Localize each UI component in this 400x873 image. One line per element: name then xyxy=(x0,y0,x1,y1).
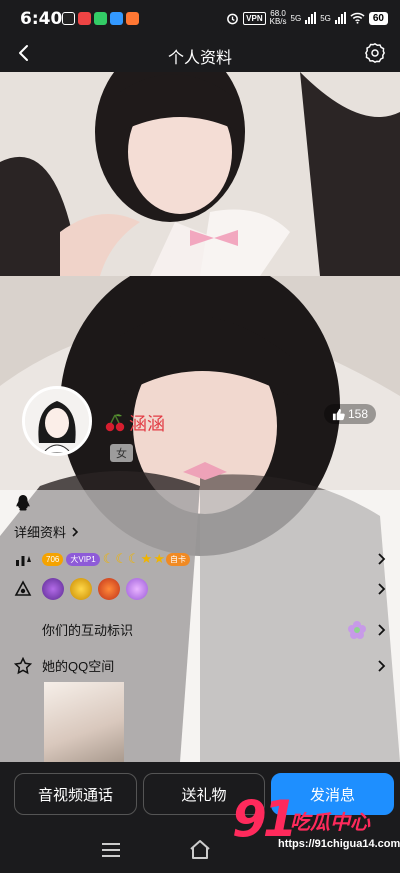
level-chart-icon xyxy=(16,556,31,566)
interaction-row[interactable]: 你们的互动标识 xyxy=(14,620,386,639)
app-green-icon xyxy=(94,12,107,25)
cover-photo-1-art xyxy=(0,72,400,276)
nickname-row: 涵涵 xyxy=(104,410,165,436)
home-icon[interactable] xyxy=(188,838,212,860)
extra-badge: 自卡 xyxy=(165,552,190,566)
cherry-icon xyxy=(105,414,125,432)
like-button[interactable]: 158 xyxy=(323,404,376,424)
net2-label: 5G xyxy=(320,13,331,23)
status-bar: 6:40 VPN 68.0 KB/s 5G 5G 60 xyxy=(0,0,400,34)
watermark-brand: 吃瓜中心 xyxy=(290,812,370,834)
cover-photo-1[interactable] xyxy=(0,72,400,276)
gender-badge: 女 xyxy=(110,444,133,462)
moon-icon: ☾ xyxy=(102,551,115,566)
status-right: VPN 68.0 KB/s 5G 5G 60 xyxy=(226,10,388,26)
app-blue-icon xyxy=(110,12,123,25)
tiktok-icon xyxy=(62,12,75,25)
qzone-label: 她的QQ空间 xyxy=(42,659,115,674)
thumbs-up-icon xyxy=(332,408,345,420)
detail-label: 详细资料 xyxy=(14,525,67,540)
star-icon: ★ xyxy=(153,551,165,566)
moon-icon: ☾ xyxy=(128,551,140,566)
detail-chevron-icon xyxy=(72,526,79,537)
status-time: 6:40 xyxy=(20,9,63,29)
nav-bar: 个人资料 xyxy=(0,34,400,72)
watermark-logo: 91 吃瓜中心 https://91chigua14.com xyxy=(232,790,400,870)
medals-row[interactable] xyxy=(14,578,386,600)
app-red-icon xyxy=(78,12,91,25)
qzone-row[interactable]: 她的QQ空间 xyxy=(14,656,386,675)
qq-row xyxy=(14,494,386,512)
signal2-icon xyxy=(334,12,346,24)
vip-badge: 大VIP1 xyxy=(66,552,100,566)
avatar[interactable] xyxy=(22,386,92,456)
app-orange-icon xyxy=(126,12,139,25)
net-speed-unit: KB/s xyxy=(269,17,287,26)
star-icon: ★ xyxy=(140,551,153,566)
medal-icon xyxy=(98,578,120,600)
medal-icon xyxy=(70,578,92,600)
menu-icon[interactable] xyxy=(100,841,122,859)
page-title: 个人资料 xyxy=(167,50,232,67)
signal1-icon xyxy=(305,12,317,24)
interaction-chevron-icon xyxy=(378,623,386,636)
nickname: 涵涵 xyxy=(129,414,165,434)
medal-icon xyxy=(126,578,148,600)
flower-icon xyxy=(348,620,366,639)
net1-label: 5G xyxy=(290,13,302,23)
video-call-button[interactable]: 音视频通话 xyxy=(14,773,137,815)
notification-icons xyxy=(62,12,139,25)
alarm-icon xyxy=(227,13,239,24)
vpn-badge: VPN xyxy=(243,11,266,25)
interaction-label: 你们的互动标识 xyxy=(42,623,134,638)
medal-triangle-icon xyxy=(14,580,32,596)
moon-icon: ☾ xyxy=(115,551,128,566)
qzone-chevron-icon xyxy=(378,659,386,672)
settings-icon[interactable] xyxy=(364,42,386,64)
penguin-icon xyxy=(16,495,30,511)
medal-icon xyxy=(42,578,64,600)
like-count: 158 xyxy=(347,407,368,421)
medals-chevron-icon xyxy=(378,583,386,595)
star-outline-icon xyxy=(14,656,32,674)
battery-indicator: 60 xyxy=(368,11,388,25)
wifi-icon xyxy=(350,12,365,24)
qzone-photo-thumbnail[interactable] xyxy=(44,682,124,762)
level-badge: 706 xyxy=(42,552,64,566)
detail-row[interactable]: 详细资料 xyxy=(14,522,386,541)
level-row[interactable]: 706 大VIP1 ☾ ☾ ☾ ★ ★ 自卡 xyxy=(14,550,386,568)
level-chevron-icon xyxy=(378,553,386,565)
net-speed: 68.0 KB/s xyxy=(270,10,287,26)
avatar-art xyxy=(25,389,89,453)
watermark-url: https://91chigua14.com xyxy=(278,838,400,850)
